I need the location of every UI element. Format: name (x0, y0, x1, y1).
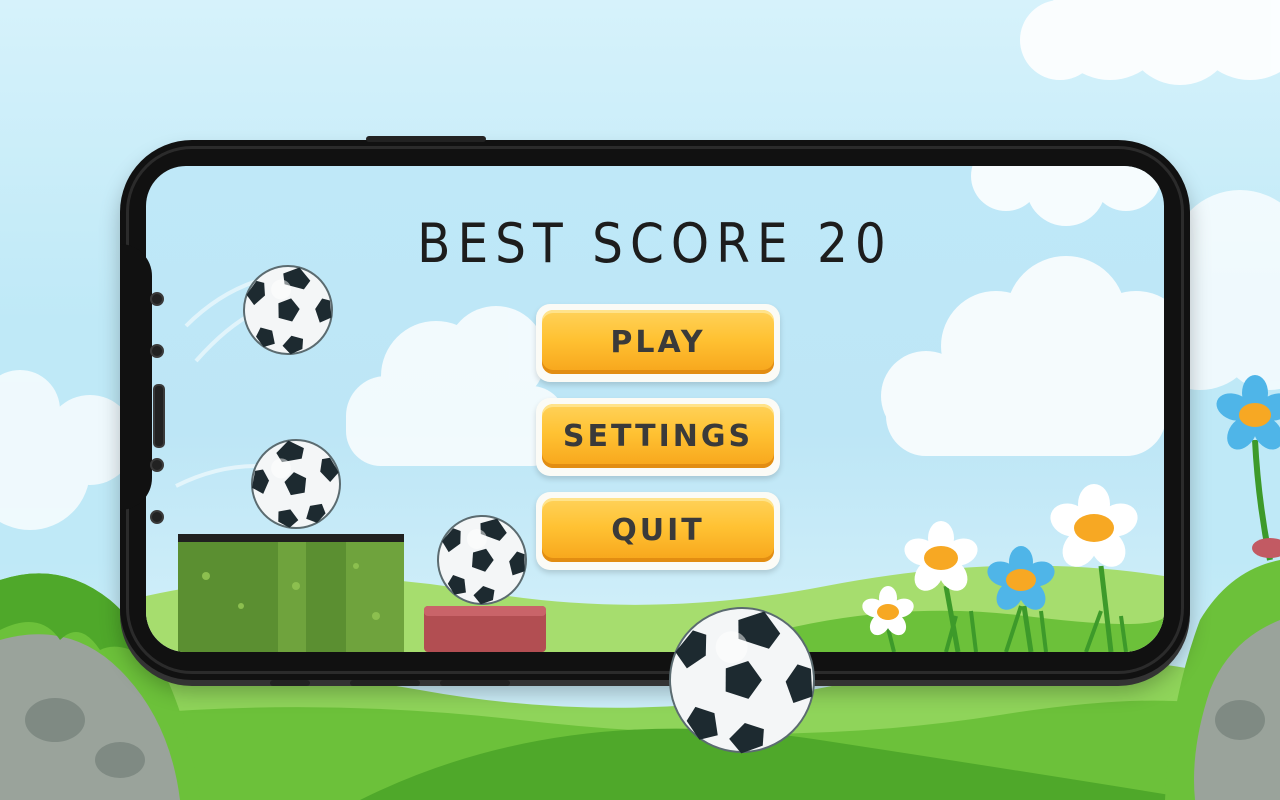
front-camera-icon (150, 292, 164, 306)
bg-cloud-left (0, 370, 135, 530)
side-button (350, 680, 420, 686)
phone-notch (120, 244, 152, 510)
bg-blue-flower (1216, 375, 1280, 561)
play-button[interactable]: PLAY (536, 304, 780, 382)
settings-button-face[interactable]: SETTINGS (542, 404, 774, 468)
phone-frame: BEST SCORE 20 PLAY SETTINGS QUIT (120, 136, 1190, 686)
sensor-icon (150, 510, 164, 524)
game-screen: BEST SCORE 20 PLAY SETTINGS QUIT (146, 166, 1164, 652)
best-score-label: BEST SCORE (417, 212, 795, 275)
game-stage: BEST SCORE 20 PLAY SETTINGS QUIT (0, 0, 1280, 800)
settings-button[interactable]: SETTINGS (536, 398, 780, 476)
play-button-face[interactable]: PLAY (542, 310, 774, 374)
play-button-label: PLAY (610, 324, 706, 360)
quit-button-face[interactable]: QUIT (542, 498, 774, 562)
sensor-icon (150, 458, 164, 472)
speaker-grille (153, 384, 165, 448)
volume-button (366, 136, 486, 142)
side-button (440, 680, 510, 686)
side-button (270, 680, 310, 686)
soccer-ball-icon (244, 432, 348, 536)
soccer-ball-icon (424, 502, 540, 618)
quit-button-label: QUIT (611, 512, 705, 548)
best-score-title: BEST SCORE 20 (146, 212, 1164, 275)
best-score-value: 20 (817, 212, 893, 275)
settings-button-label: SETTINGS (562, 418, 754, 454)
bg-cloud-top-right (1020, 0, 1280, 85)
quit-button[interactable]: QUIT (536, 492, 780, 570)
sensor-icon (150, 344, 164, 358)
